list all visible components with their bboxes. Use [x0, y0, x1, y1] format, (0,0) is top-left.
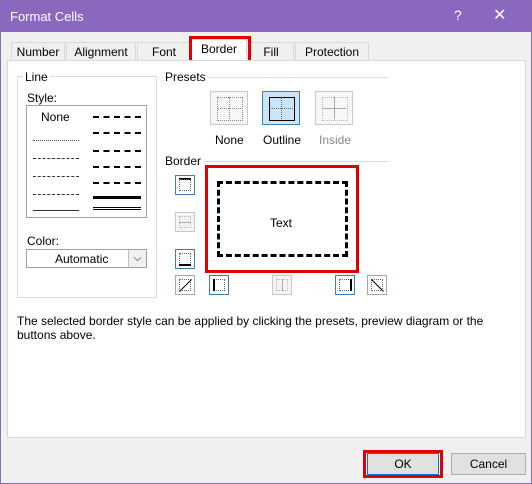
- border-divider: [204, 161, 389, 162]
- chevron-down-icon[interactable]: ⌵: [128, 250, 146, 267]
- preset-inside-label: Inside: [319, 133, 352, 147]
- hint-text: The selected border style can be applied…: [17, 314, 484, 342]
- border-top-icon-box: [179, 179, 191, 191]
- line-style-medium-dashed[interactable]: [93, 166, 141, 168]
- title-bar: Format Cells ? ✕: [1, 1, 531, 32]
- line-style-thick[interactable]: [93, 196, 141, 199]
- presets-divider: [209, 77, 389, 78]
- line-style-none[interactable]: None: [41, 110, 70, 124]
- line-style-medium-dash-dot-dot[interactable]: [93, 132, 141, 134]
- preset-inside-icon: [322, 97, 348, 121]
- line-style-hair[interactable]: [33, 140, 79, 141]
- style-label: Style:: [27, 91, 58, 105]
- border-inside-horizontal-button[interactable]: [175, 212, 195, 232]
- tab-number[interactable]: Number: [11, 42, 65, 61]
- ok-highlight: [363, 450, 443, 478]
- dialog-title: Format Cells: [10, 9, 84, 24]
- border-bottom-icon-line: [179, 264, 191, 266]
- line-style-dotted[interactable]: [33, 158, 79, 159]
- color-label: Color:: [27, 234, 60, 248]
- border-right-icon-line: [350, 279, 352, 291]
- tab-font[interactable]: Font: [137, 42, 191, 61]
- border-inside-vertical-button[interactable]: [272, 275, 292, 295]
- border-top-button[interactable]: [175, 175, 195, 195]
- border-left-icon-line: [213, 279, 215, 291]
- color-value: Automatic: [55, 252, 109, 266]
- border-inside-vertical-icon-line: [282, 279, 283, 291]
- line-style-medium-dash-dot-2[interactable]: [93, 182, 141, 184]
- border-right-button[interactable]: [335, 275, 355, 295]
- color-dropdown[interactable]: Automatic ⌵: [26, 249, 147, 268]
- preset-outline-button[interactable]: [262, 91, 300, 125]
- presets-label: Presets: [165, 70, 206, 84]
- line-style-slant-dash-dot[interactable]: [93, 150, 141, 152]
- preview-highlight: [205, 165, 359, 273]
- tab-protection[interactable]: Protection: [295, 42, 369, 61]
- cancel-button[interactable]: Cancel: [451, 453, 526, 475]
- border-diagonal-up-button[interactable]: [175, 275, 195, 295]
- preset-inside-button[interactable]: [315, 91, 353, 125]
- preset-none-label: None: [215, 133, 244, 147]
- preset-outline-icon: [269, 97, 295, 121]
- border-diagonal-down-button[interactable]: [367, 275, 387, 295]
- preset-none-icon: [217, 97, 243, 121]
- border-left-button[interactable]: [209, 275, 229, 295]
- format-cells-dialog: Format Cells ? ✕ Number Alignment Font B…: [0, 0, 532, 484]
- line-style-double[interactable]: [93, 207, 141, 210]
- line-style-thin[interactable]: [33, 210, 79, 211]
- tab-alignment[interactable]: Alignment: [66, 42, 136, 61]
- preset-none-icon-h: [217, 108, 241, 109]
- preset-none-button[interactable]: [210, 91, 248, 125]
- line-style-list[interactable]: None: [26, 105, 147, 218]
- line-style-dash-dot-dot[interactable]: [33, 176, 79, 177]
- preset-outline-icon-h: [269, 108, 293, 109]
- preset-outline-label: Outline: [263, 133, 302, 147]
- line-style-dash-dot[interactable]: [33, 194, 79, 195]
- tab-fill[interactable]: Fill: [248, 42, 294, 61]
- border-inside-horizontal-icon-line: [179, 222, 191, 223]
- line-style-medium-dash-dot-selected[interactable]: [93, 116, 141, 118]
- border-bottom-button[interactable]: [175, 249, 195, 269]
- border-group-label: Border: [165, 154, 202, 168]
- close-icon[interactable]: ✕: [493, 5, 506, 25]
- help-icon[interactable]: ?: [454, 7, 462, 23]
- line-group-label: Line: [23, 70, 50, 84]
- preset-inside-icon-h: [322, 108, 346, 109]
